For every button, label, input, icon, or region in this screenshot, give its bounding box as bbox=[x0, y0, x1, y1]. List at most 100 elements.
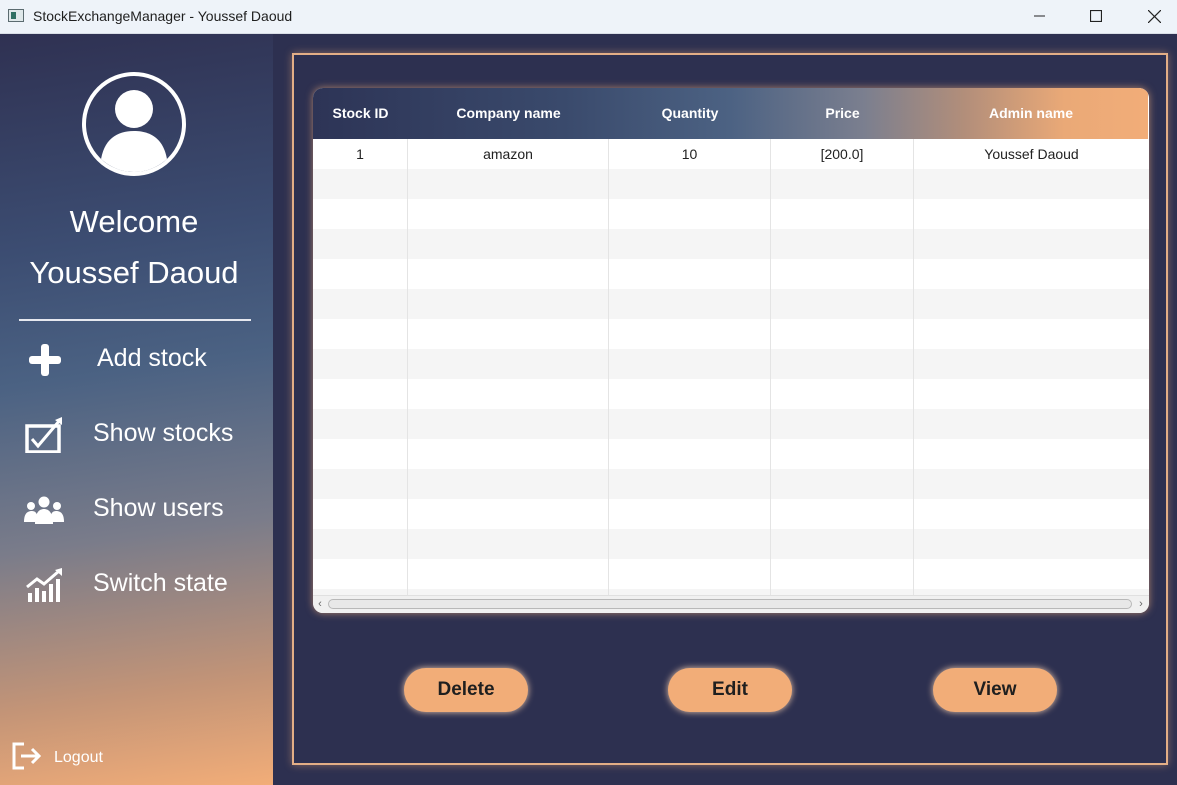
empty-cell bbox=[771, 379, 914, 409]
sidebar-item-label: Switch state bbox=[93, 569, 228, 597]
column-header-admin-name[interactable]: Admin name bbox=[914, 88, 1148, 139]
edit-button[interactable]: Edit bbox=[668, 668, 792, 712]
sidebar: Welcome Youssef Daoud Add stock Show sto… bbox=[0, 34, 273, 785]
empty-cell bbox=[771, 469, 914, 499]
user-avatar-icon bbox=[82, 72, 186, 176]
sidebar-item-switch-state[interactable]: Switch state bbox=[0, 557, 273, 613]
empty-table-row bbox=[313, 169, 1149, 199]
logout-icon bbox=[12, 742, 42, 770]
main-panel: Stock ID Company name Quantity Price Adm… bbox=[273, 34, 1177, 785]
empty-table-row bbox=[313, 499, 1149, 529]
table-header: Stock ID Company name Quantity Price Adm… bbox=[313, 88, 1148, 139]
maximize-button[interactable] bbox=[1073, 0, 1119, 33]
empty-cell bbox=[609, 169, 771, 199]
empty-cell bbox=[914, 229, 1149, 259]
horizontal-scrollbar[interactable]: ‹ › bbox=[313, 595, 1149, 613]
empty-cell bbox=[408, 319, 609, 349]
empty-table-row bbox=[313, 349, 1149, 379]
empty-cell bbox=[609, 469, 771, 499]
empty-cell bbox=[771, 349, 914, 379]
logout-label: Logout bbox=[54, 749, 103, 766]
plus-icon bbox=[29, 344, 61, 376]
close-icon bbox=[1148, 10, 1161, 23]
empty-cell bbox=[408, 229, 609, 259]
empty-cell bbox=[408, 409, 609, 439]
column-header-price[interactable]: Price bbox=[771, 88, 914, 139]
empty-cell bbox=[313, 499, 408, 529]
empty-cell bbox=[609, 229, 771, 259]
scroll-left-icon[interactable]: ‹ bbox=[314, 598, 326, 610]
sidebar-item-show-users[interactable]: Show users bbox=[0, 482, 273, 538]
empty-table-row bbox=[313, 289, 1149, 319]
empty-cell bbox=[408, 259, 609, 289]
empty-cell bbox=[914, 289, 1149, 319]
window-titlebar: StockExchangeManager - Youssef Daoud bbox=[0, 0, 1177, 34]
empty-cell bbox=[408, 469, 609, 499]
empty-cell bbox=[914, 199, 1149, 229]
user-name: Youssef Daoud bbox=[29, 255, 239, 290]
empty-cell bbox=[914, 439, 1149, 469]
table-row[interactable]: 1 amazon 10 [200.0] Youssef Daoud bbox=[313, 139, 1149, 169]
empty-cell bbox=[914, 559, 1149, 589]
minimize-icon bbox=[1034, 15, 1045, 17]
cell-quantity: 10 bbox=[609, 139, 771, 169]
column-header-company-name[interactable]: Company name bbox=[408, 88, 609, 139]
empty-cell bbox=[313, 379, 408, 409]
sidebar-item-label: Show users bbox=[93, 494, 224, 522]
empty-cell bbox=[313, 229, 408, 259]
scrollbar-thumb[interactable] bbox=[328, 599, 1132, 609]
empty-cell bbox=[408, 349, 609, 379]
cell-price: [200.0] bbox=[771, 139, 914, 169]
minimize-button[interactable] bbox=[1017, 0, 1063, 33]
empty-cell bbox=[609, 259, 771, 289]
empty-cell bbox=[914, 469, 1149, 499]
empty-table-row bbox=[313, 469, 1149, 499]
empty-cell bbox=[771, 439, 914, 469]
empty-cell bbox=[771, 229, 914, 259]
table-body: 1 amazon 10 [200.0] Youssef Daoud bbox=[313, 139, 1149, 595]
view-button[interactable]: View bbox=[933, 668, 1057, 712]
empty-table-row bbox=[313, 559, 1149, 589]
empty-table-row bbox=[313, 379, 1149, 409]
empty-cell bbox=[914, 529, 1149, 559]
cell-company-name: amazon bbox=[408, 139, 609, 169]
empty-cell bbox=[609, 559, 771, 589]
empty-table-row bbox=[313, 439, 1149, 469]
column-header-stock-id[interactable]: Stock ID bbox=[313, 88, 408, 139]
empty-cell bbox=[408, 499, 609, 529]
empty-table-row bbox=[313, 229, 1149, 259]
logout-button[interactable]: Logout bbox=[0, 734, 140, 778]
empty-cell bbox=[914, 499, 1149, 529]
empty-cell bbox=[408, 559, 609, 589]
delete-button[interactable]: Delete bbox=[404, 668, 528, 712]
empty-cell bbox=[771, 529, 914, 559]
sidebar-item-label: Add stock bbox=[97, 344, 207, 372]
cell-stock-id: 1 bbox=[313, 139, 408, 169]
empty-table-row bbox=[313, 529, 1149, 559]
empty-cell bbox=[609, 409, 771, 439]
scroll-right-icon[interactable]: › bbox=[1135, 598, 1147, 610]
empty-table-row bbox=[313, 199, 1149, 229]
sidebar-item-label: Show stocks bbox=[93, 419, 234, 447]
empty-cell bbox=[609, 439, 771, 469]
empty-cell bbox=[771, 199, 914, 229]
empty-cell bbox=[771, 499, 914, 529]
sidebar-item-add-stock[interactable]: Add stock bbox=[0, 332, 273, 388]
empty-cell bbox=[408, 289, 609, 319]
empty-cell bbox=[609, 379, 771, 409]
empty-cell bbox=[609, 199, 771, 229]
column-header-quantity[interactable]: Quantity bbox=[609, 88, 771, 139]
empty-cell bbox=[313, 409, 408, 439]
empty-cell bbox=[313, 169, 408, 199]
close-button[interactable] bbox=[1131, 0, 1177, 33]
empty-cell bbox=[771, 289, 914, 319]
empty-cell bbox=[313, 199, 408, 229]
empty-cell bbox=[771, 259, 914, 289]
stocks-table[interactable]: Stock ID Company name Quantity Price Adm… bbox=[313, 88, 1149, 613]
sidebar-item-show-stocks[interactable]: Show stocks bbox=[0, 407, 273, 463]
empty-cell bbox=[313, 349, 408, 379]
empty-cell bbox=[609, 529, 771, 559]
empty-cell bbox=[914, 319, 1149, 349]
empty-cell bbox=[313, 439, 408, 469]
maximize-icon bbox=[1090, 10, 1102, 22]
